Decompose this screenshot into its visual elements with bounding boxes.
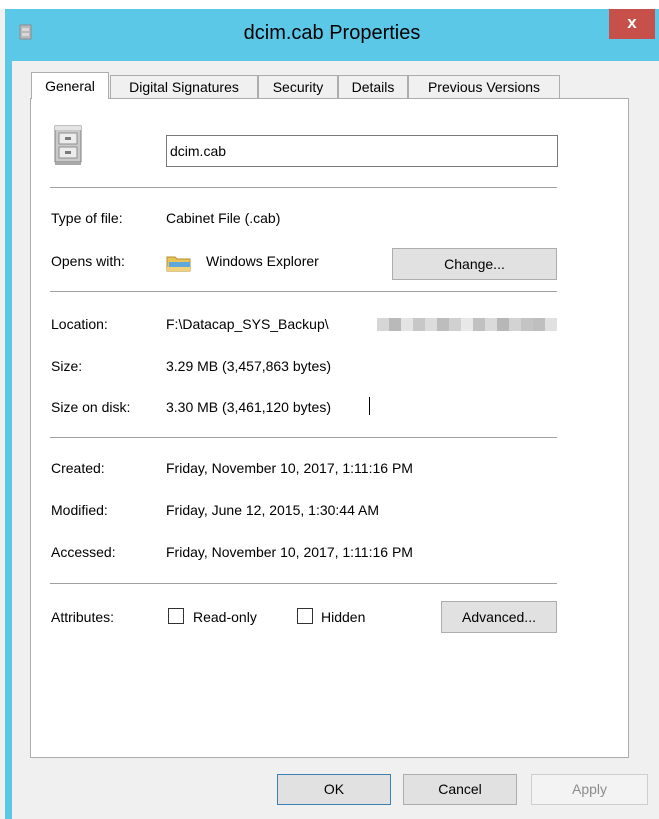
- readonly-checkbox[interactable]: [168, 608, 184, 624]
- modified-value: Friday, June 12, 2015, 1:30:44 AM: [166, 502, 379, 518]
- size-on-disk-label: Size on disk:: [51, 399, 131, 415]
- attributes-label: Attributes:: [51, 609, 115, 625]
- tab-previous-versions[interactable]: Previous Versions: [408, 75, 560, 98]
- opens-with-label: Opens with:: [51, 253, 125, 269]
- tab-general[interactable]: General: [31, 72, 109, 99]
- close-icon: x: [627, 13, 637, 32]
- redacted-path: [377, 318, 557, 331]
- type-value: Cabinet File (.cab): [166, 210, 281, 226]
- tab-label: Security: [272, 79, 324, 95]
- tab-label: General: [45, 78, 95, 94]
- cancel-button[interactable]: Cancel: [403, 774, 517, 805]
- tab-details[interactable]: Details: [338, 75, 408, 98]
- modified-label: Modified:: [51, 502, 108, 518]
- hidden-label[interactable]: Hidden: [321, 609, 365, 625]
- change-button[interactable]: Change...: [392, 248, 557, 280]
- accessed-value: Friday, November 10, 2017, 1:11:16 PM: [166, 544, 413, 560]
- file-cabinet-icon: [54, 125, 82, 165]
- size-on-disk-value: 3.30 MB (3,461,120 bytes): [166, 399, 331, 415]
- separator: [50, 437, 557, 438]
- accessed-label: Accessed:: [51, 544, 116, 560]
- readonly-label[interactable]: Read-only: [193, 609, 257, 625]
- location-label: Location:: [51, 316, 108, 332]
- size-label: Size:: [51, 358, 83, 374]
- tab-label: Details: [351, 79, 395, 95]
- properties-dialog: dcim.cab Properties x General Digital Si…: [0, 0, 659, 819]
- title-bar[interactable]: dcim.cab Properties x: [5, 9, 659, 61]
- hidden-checkbox[interactable]: [297, 608, 313, 624]
- size-value: 3.29 MB (3,457,863 bytes): [166, 358, 331, 374]
- created-label: Created:: [51, 460, 105, 476]
- separator: [50, 187, 557, 188]
- general-panel: [30, 98, 629, 758]
- tab-label: Previous Versions: [427, 79, 541, 95]
- advanced-button[interactable]: Advanced...: [441, 601, 557, 633]
- tab-label: Digital Signatures: [129, 79, 239, 95]
- folder-icon: [166, 256, 191, 272]
- ok-button[interactable]: OK: [277, 774, 391, 805]
- tab-digital-signatures[interactable]: Digital Signatures: [110, 75, 258, 98]
- window-title: dcim.cab Properties: [243, 22, 421, 44]
- file-name-input[interactable]: dcim.cab: [166, 135, 558, 167]
- close-button[interactable]: x: [609, 9, 655, 39]
- tab-security[interactable]: Security: [258, 75, 338, 98]
- separator: [50, 291, 557, 292]
- created-value: Friday, November 10, 2017, 1:11:16 PM: [166, 460, 413, 476]
- separator: [50, 583, 557, 584]
- location-value: F:\Datacap_SYS_Backup\: [166, 316, 329, 332]
- type-label: Type of file:: [51, 210, 123, 226]
- opens-with-value: Windows Explorer: [206, 253, 319, 269]
- text-caret: [369, 397, 370, 415]
- apply-button[interactable]: Apply: [531, 774, 648, 805]
